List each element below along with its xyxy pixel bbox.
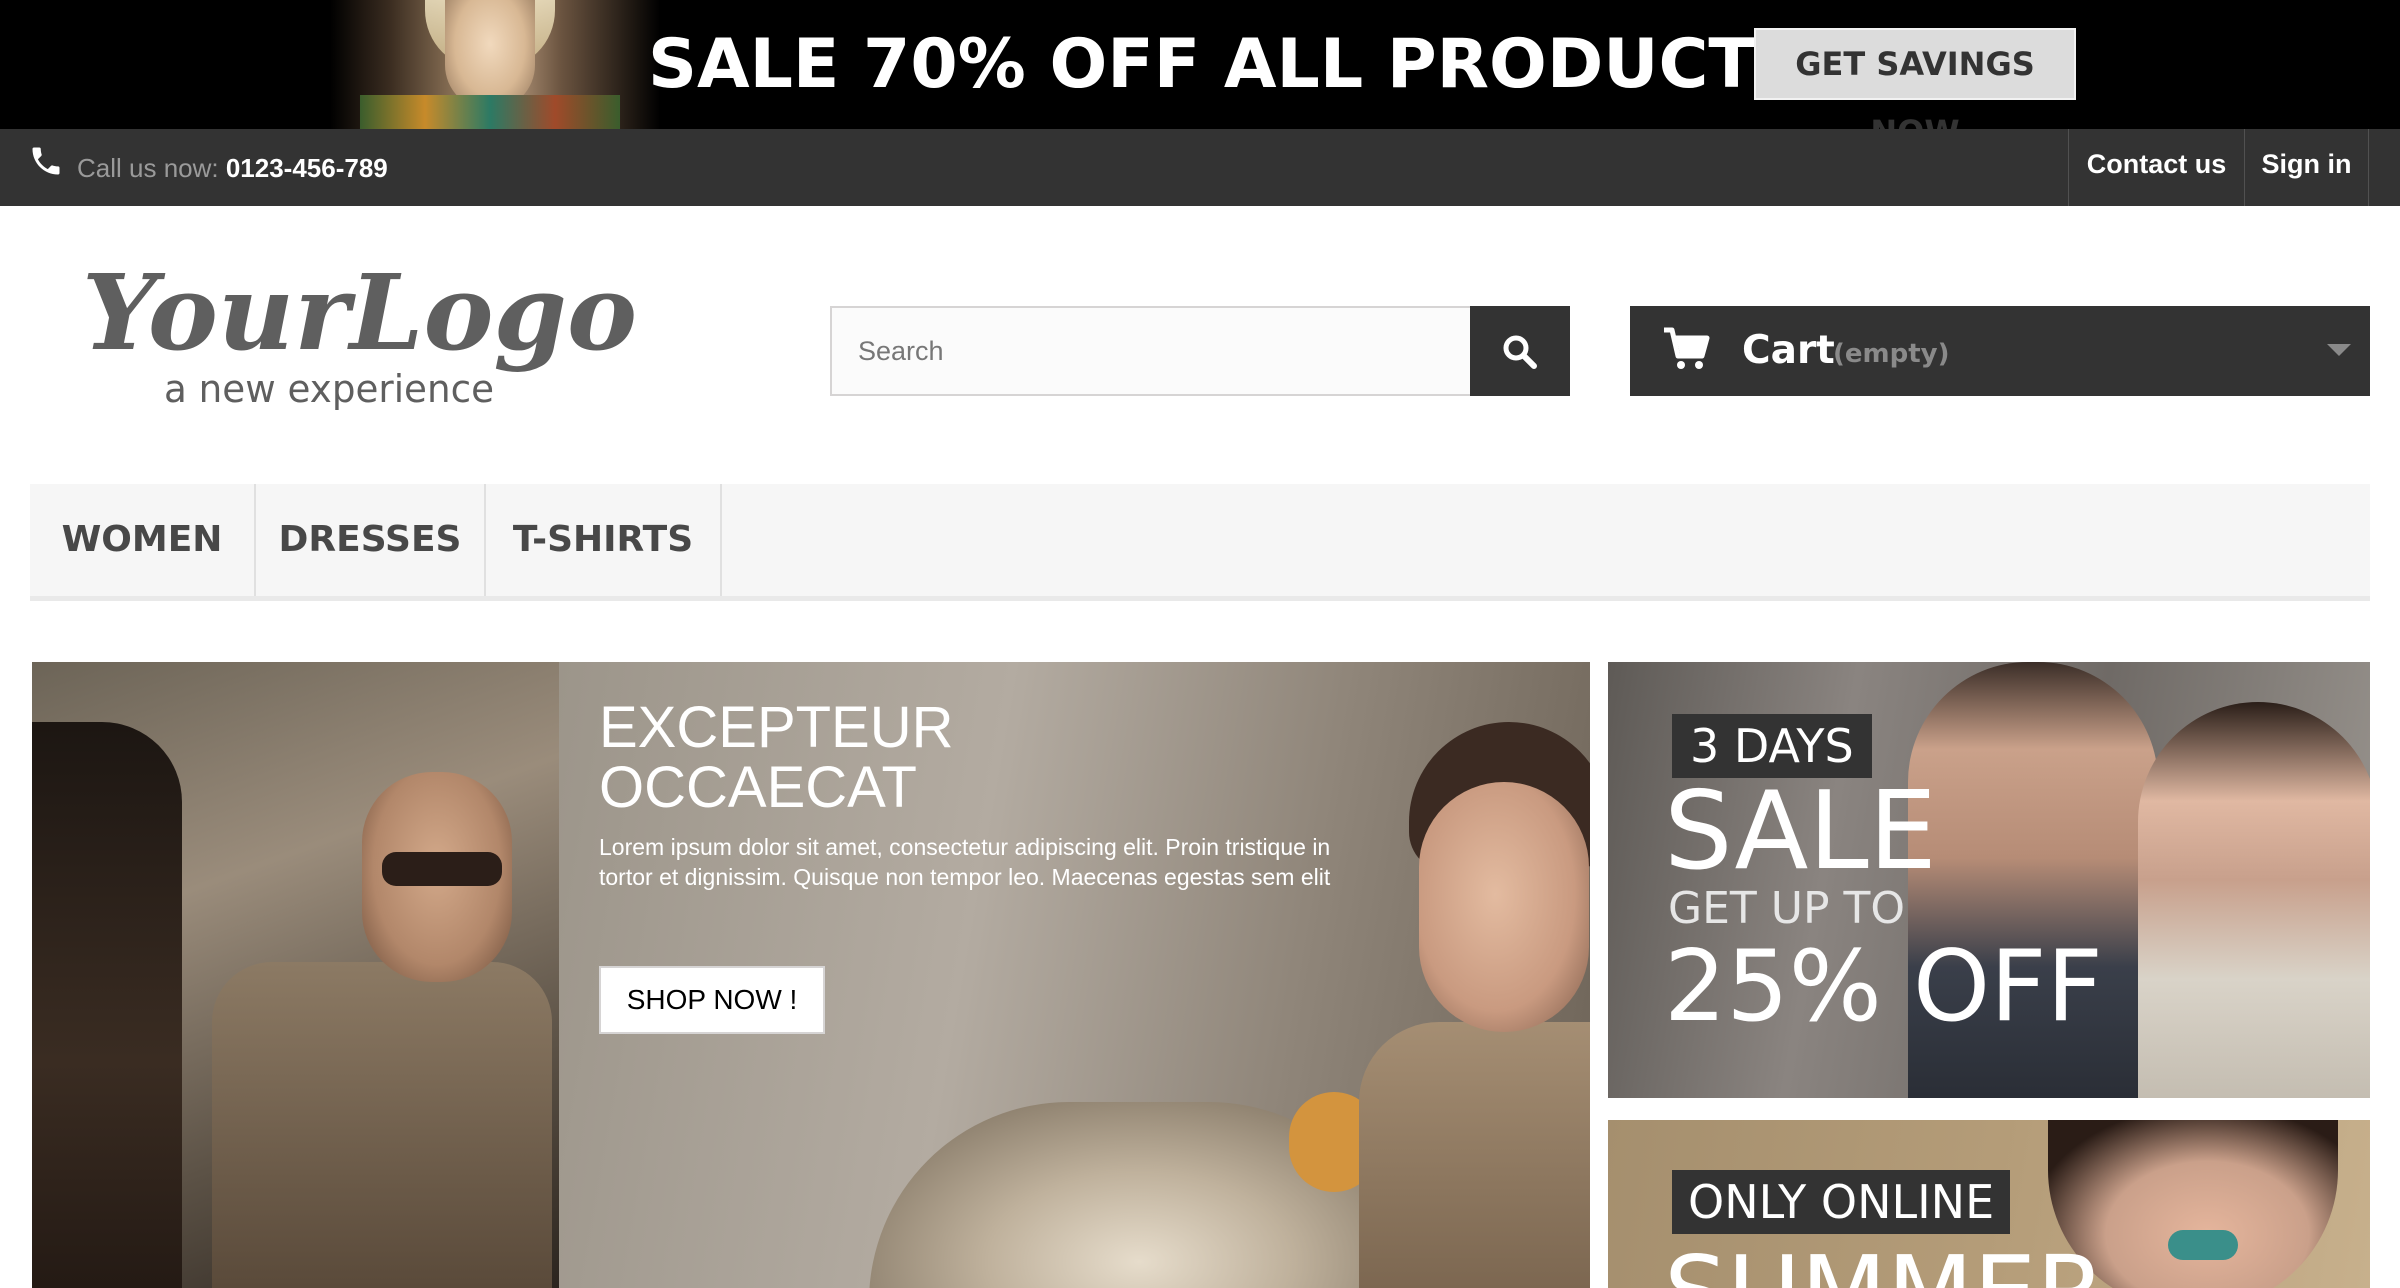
cart-button[interactable]: Cart (empty) [1630,306,2370,396]
sign-in-link[interactable]: Sign in [2245,129,2369,206]
search-input[interactable] [832,308,1470,394]
sale-banner-woman-image [2138,702,2370,1098]
menu-item-women[interactable]: WOMEN [30,484,256,596]
top-nav-bar: Call us now: 0123-456-789 Contact us Sig… [0,129,2400,206]
cart-label: Cart [1742,328,1835,373]
get-savings-button[interactable]: GET SAVINGS NOW [1754,28,2076,129]
chevron-down-icon [2327,344,2351,356]
contact-us-link[interactable]: Contact us [2068,129,2245,206]
search-icon [1503,335,1537,369]
cart-icon [1664,327,1710,369]
phone-number: 0123-456-789 [225,153,388,183]
slider-image-scarf [1359,1022,1590,1288]
logo-wordmark: YourLogo [82,254,637,374]
main-menu: WOMEN DRESSES T-SHIRTS [30,484,2370,601]
summer-banner[interactable]: ONLY ONLINE SUMMER [1608,1120,2370,1288]
shop-now-button[interactable]: SHOP NOW ! [599,966,825,1034]
slider-image-left-figure [32,722,182,1288]
slider-image-left-glasses [382,852,502,886]
promo-model-dress [360,95,620,129]
summer-banner-headline: SUMMER [1664,1238,2106,1288]
menu-item-tshirts[interactable]: T-SHIRTS [486,484,722,596]
search-button[interactable] [1470,306,1570,396]
slider-image-left [32,662,559,1288]
phone-icon [32,147,60,175]
sale-banner-headline: SALE [1664,769,1937,894]
sale-banner[interactable]: 3 DAYS SALE GET UP TO 25% OFF [1608,662,2370,1098]
slider-title: EXCEPTEUR OCCAECAT [599,698,1199,818]
slider-title-line1: EXCEPTEUR [599,695,954,760]
menu-item-dresses[interactable]: DRESSES [256,484,486,596]
search-box [830,306,1472,396]
call-us-label: Call us now: [77,153,226,183]
promo-banner[interactable]: SALE 70% OFF ALL PRODUCTS GET SAVINGS NO… [0,0,2400,129]
promo-headline: SALE 70% OFF ALL PRODUCTS [648,25,1804,104]
cart-status: (empty) [1833,339,1950,369]
promo-model-face [445,0,535,110]
slider-image-left-coat [212,962,552,1288]
sale-banner-offer: 25% OFF [1664,930,2103,1044]
call-us-text: Call us now: 0123-456-789 [77,151,388,185]
slider-description: Lorem ipsum dolor sit amet, consectetur … [599,834,1331,890]
slider-image-face [1419,782,1589,1032]
logo-tagline: a new experience [164,367,494,411]
sale-banner-subline: GET UP TO [1668,883,1905,934]
summer-banner-eye-image [2168,1230,2238,1260]
site-logo[interactable]: YourLogo a new experience [82,254,642,414]
summer-banner-tag: ONLY ONLINE [1672,1170,2011,1234]
slider-title-line2: OCCAECAT [599,755,917,820]
